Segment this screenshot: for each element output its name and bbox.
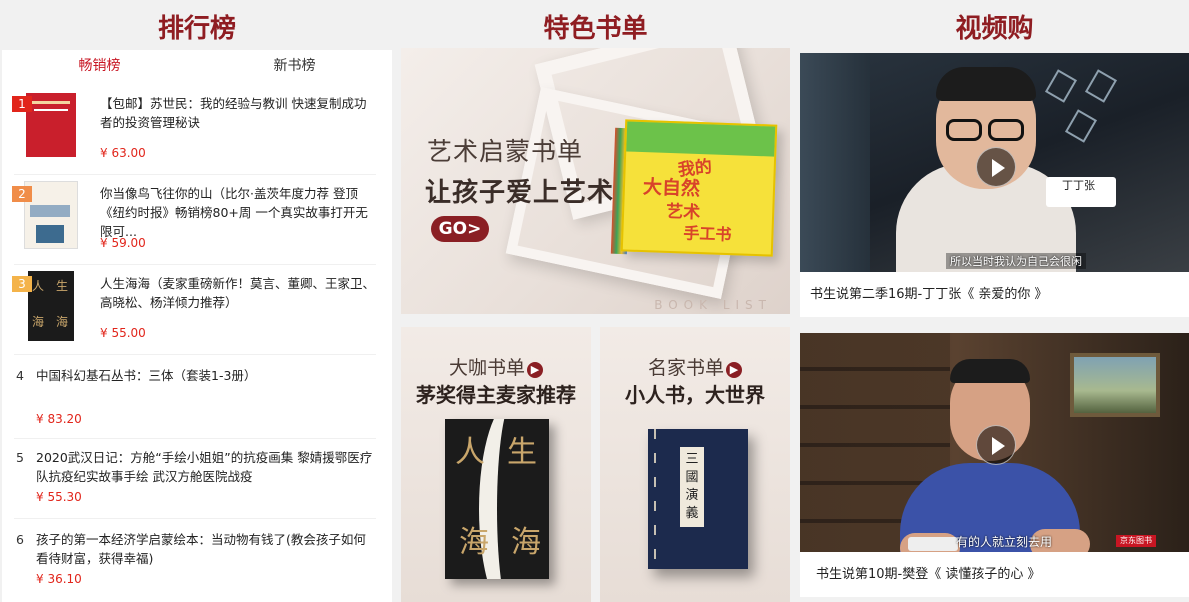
book-price: ¥ 63.00 — [100, 146, 146, 160]
book-price: ¥ 36.10 — [36, 572, 82, 586]
card-title: 名家书单 ▶ — [600, 353, 790, 380]
tab-new-books[interactable]: 新书榜 — [197, 50, 392, 82]
booklist-line1: 艺术启蒙书单 — [427, 137, 584, 166]
ranking-item-1[interactable]: 1 【包邮】苏世民：我的经验与教训 快速复制成功者的投资管理秘诀 ¥ 63.00 — [12, 84, 376, 172]
arrow-right-icon: ▶ — [726, 362, 742, 378]
ranking-header: 排行榜 — [157, 14, 236, 44]
card-subtitle: 小人书，大世界 — [625, 383, 765, 407]
divider — [14, 354, 376, 355]
ranking-item-6[interactable]: 6 孩子的第一本经济学启蒙绘本：当动物有钱了(教会孩子如何看待财富，获得幸福) … — [14, 524, 376, 602]
booklist-line2: 让孩子爱上艺术 — [425, 178, 615, 208]
video-subtitle: 所以当时我认为自己会很闲 — [946, 253, 1086, 269]
kids-art-book: 我的 大自然 艺术 手工书 — [620, 119, 778, 257]
rank-badge: 2 — [12, 186, 32, 202]
booklist-footer: BOOK LIST — [654, 298, 772, 312]
name-card: 丁丁张 — [1046, 177, 1116, 207]
book-price: ¥ 55.30 — [36, 490, 82, 504]
video-card-1[interactable]: 丁丁张 所以当时我认为自己会很闲 书生说第二季16期-丁丁张《 亲爱的你 》 — [800, 53, 1189, 317]
video-header: 视频购 — [955, 14, 1034, 44]
divider — [14, 518, 376, 519]
ranking-item-4[interactable]: 4 中国科幻基石丛书：三体（套装1-3册） ¥ 83.20 — [14, 360, 376, 438]
book-title[interactable]: 你当像鸟飞往你的山（比尔·盖茨年度力荐 登顶《纽约时报》畅销榜80+周 一个真实… — [100, 184, 375, 241]
book-title[interactable]: 中国科幻基石丛书：三体（套装1-3册） — [36, 366, 378, 385]
book-title[interactable]: 2020武汉日记：方舱“手绘小姐姐”的抗疫画集 黎婧援鄂医疗队抗疫纪实故事手绘 … — [36, 448, 378, 486]
video-caption[interactable]: 书生说第10期-樊登《 读懂孩子的心 》 — [800, 552, 1189, 597]
book-price: ¥ 55.00 — [100, 326, 146, 340]
ranking-panel: 畅销榜 新书榜 1 【包邮】苏世民：我的经验与教训 快速复制成功者的投资管理秘诀… — [2, 50, 392, 602]
book-price: ¥ 59.00 — [100, 236, 146, 250]
rank-number: 6 — [16, 532, 24, 547]
book-title[interactable]: 人生海海（麦家重磅新作！莫言、董卿、王家卫、高晓松、杨洋倾力推荐） — [100, 274, 375, 312]
card-subtitle: 茅奖得主麦家推荐 — [416, 383, 576, 407]
book-cover-renshenghaihai: 人生海海 — [445, 419, 549, 579]
play-icon[interactable] — [976, 147, 1016, 187]
rank-number: 4 — [16, 368, 24, 383]
famous-booklist-card[interactable]: 名家书单 ▶ 小人书，大世界 三國演義 — [600, 327, 790, 602]
book-title[interactable]: 孩子的第一本经济学启蒙绘本：当动物有钱了(教会孩子如何看待财富，获得幸福) — [36, 530, 378, 568]
video-thumbnail[interactable]: 有的人就立刻去用 京东图书 — [800, 333, 1189, 552]
divider — [14, 438, 376, 439]
book-price: ¥ 83.20 — [36, 412, 82, 426]
go-button[interactable]: GO> — [431, 216, 489, 242]
tab-bestseller[interactable]: 畅销榜 — [2, 50, 197, 82]
booklist-header: 特色书单 — [543, 14, 648, 44]
celebrity-booklist-card[interactable]: 大咖书单 ▶ 茅奖得主麦家推荐 人生海海 — [401, 327, 591, 602]
art-booklist-banner[interactable]: 我的 大自然 艺术 手工书 艺术启蒙书单 让孩子爱上艺术 GO> BOOK LI… — [401, 48, 790, 314]
book-cover-sanguo: 三國演義 — [648, 429, 748, 569]
rank-badge: 1 — [12, 96, 32, 112]
video-caption[interactable]: 书生说第二季16期-丁丁张《 亲爱的你 》 — [800, 272, 1189, 317]
ranking-item-5[interactable]: 5 2020武汉日记：方舱“手绘小姐姐”的抗疫画集 黎婧援鄂医疗队抗疫纪实故事手… — [14, 442, 376, 520]
rank-badge: 3 — [12, 276, 32, 292]
video-subtitle: 有的人就立刻去用 — [956, 535, 1053, 549]
card-title: 大咖书单 ▶ — [401, 353, 591, 380]
arrow-right-icon: ▶ — [527, 362, 543, 378]
ranking-item-2[interactable]: 2 你当像鸟飞往你的山（比尔·盖茨年度力荐 登顶《纽约时报》畅销榜80+周 一个… — [12, 174, 376, 262]
play-icon[interactable] — [976, 425, 1016, 465]
video-thumbnail[interactable]: 丁丁张 所以当时我认为自己会很闲 — [800, 53, 1189, 272]
book-title[interactable]: 【包邮】苏世民：我的经验与教训 快速复制成功者的投资管理秘诀 — [100, 94, 375, 132]
ranking-item-3[interactable]: 人 生 海 海 3 人生海海（麦家重磅新作！莫言、董卿、王家卫、高晓松、杨洋倾力… — [12, 264, 376, 352]
brand-logo: 京东图书 — [1116, 535, 1156, 547]
ranking-tabs: 畅销榜 新书榜 — [2, 50, 392, 82]
rank-number: 5 — [16, 450, 24, 465]
video-card-2[interactable]: 有的人就立刻去用 京东图书 书生说第10期-樊登《 读懂孩子的心 》 — [800, 333, 1189, 597]
